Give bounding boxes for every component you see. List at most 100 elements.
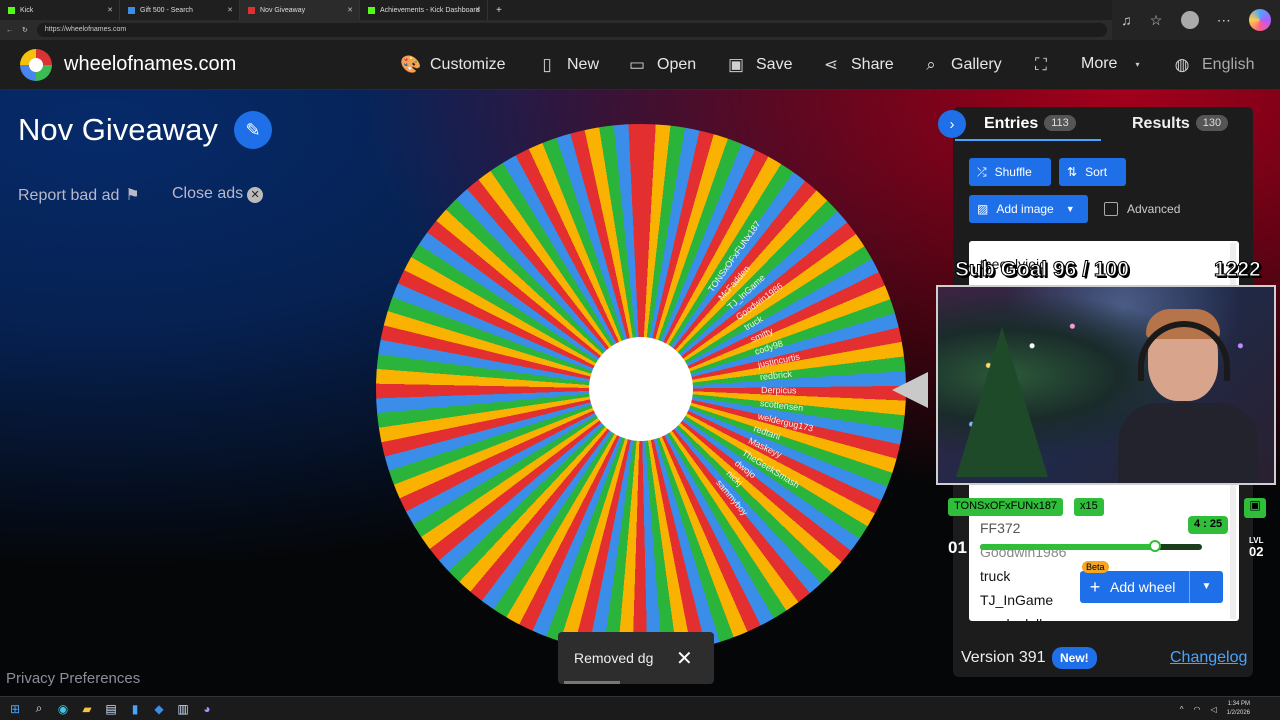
browser-tab[interactable]: Kick ✕ <box>0 0 120 20</box>
tab-label: Gift 500 - Search <box>140 6 193 14</box>
edit-title-button[interactable]: ✎ <box>234 111 272 149</box>
chevron-down-icon: ▾ <box>1135 59 1140 69</box>
windows-start-icon[interactable]: ⊞ <box>8 702 22 716</box>
tab-label: Results <box>1132 115 1190 132</box>
sort-button[interactable]: ⇅ Sort <box>1059 158 1126 186</box>
volume-icon[interactable]: ◁ <box>1210 705 1216 714</box>
app-icon[interactable]: ▤ <box>104 702 118 716</box>
toast-progress <box>564 681 620 684</box>
toast-close-icon[interactable]: ✕ <box>676 646 693 671</box>
chevron-up-icon[interactable]: ^ <box>1180 705 1184 714</box>
wheel[interactable]: TONSxOFxFUNx187 McFadden TJ_InGame Goodwin1… <box>376 124 906 654</box>
shuffle-button[interactable]: ⤮ Shuffle <box>969 158 1051 186</box>
sub-goal-text: Sub Goal 96 / 100 <box>955 258 1130 282</box>
clock-time: 1:34 PM <box>1227 701 1250 707</box>
collapse-panel-button[interactable]: › <box>938 110 966 138</box>
wheel-hub[interactable] <box>589 337 693 441</box>
chevron-down-icon[interactable]: ▼ <box>1189 571 1223 603</box>
plus-icon: + <box>1089 576 1101 597</box>
nav-language[interactable]: ◍ English <box>1172 55 1255 75</box>
pencil-icon: ✎ <box>245 119 261 140</box>
profile-icon[interactable] <box>1180 11 1199 29</box>
file-icon: ▯ <box>542 55 552 74</box>
wifi-icon[interactable]: ◠ <box>1194 705 1201 714</box>
url-field[interactable]: https://wheelofnames.com <box>36 23 1107 37</box>
nav-save[interactable]: ▣ Save <box>726 55 793 75</box>
file-explorer-icon[interactable]: ▰ <box>80 702 94 716</box>
list-item: truck <box>980 568 1011 584</box>
nav-new[interactable]: ▯ New <box>537 55 599 75</box>
new-tab-button[interactable]: + <box>488 5 502 16</box>
vscode-icon[interactable]: ◆ <box>152 702 166 716</box>
tab-close-icon[interactable]: ✕ <box>347 6 353 14</box>
screen: Kick ✕ Gift 500 - Search ✕ Nov Giveaway ✕ A… <box>0 0 1280 720</box>
taskbar: ⊞ ⌕ ◉ ▰ ▤ ▮ ◆ ▥ ◕ ^ ◠ ◁ 1:34 PM 1/2/2026 <box>0 696 1280 720</box>
changelog-link[interactable]: Changelog <box>1170 649 1247 667</box>
browser-tab-active[interactable]: Nov Giveaway ✕ <box>240 0 360 20</box>
copilot-icon[interactable] <box>1248 9 1271 31</box>
more-options-icon[interactable]: ⋯ <box>1217 12 1231 29</box>
read-aloud-icon[interactable]: ♫ <box>1121 12 1132 28</box>
nav-label: Open <box>657 56 697 73</box>
nav-gallery[interactable]: ⌕ Gallery <box>921 55 1001 75</box>
sort-label: Sort <box>1085 165 1108 179</box>
add-wheel-button[interactable]: + Add wheel ▼ <box>1080 571 1223 603</box>
tab-close-icon[interactable]: ✕ <box>107 6 113 14</box>
close-ads-link[interactable]: Close ads ✕ <box>172 185 264 203</box>
site-name[interactable]: wheelofnames.com <box>64 53 236 76</box>
nav-customize[interactable]: 🎨 Customize <box>400 55 506 75</box>
advanced-checkbox[interactable] <box>1104 202 1118 216</box>
report-bad-ad-link[interactable]: Report bad ad ⚑ <box>18 185 140 205</box>
nav-more[interactable]: More ▾ <box>1081 55 1147 73</box>
tab-label: Achievements - Kick Dashboard <box>380 6 480 14</box>
nav-fullscreen[interactable]: ⛶ <box>1031 55 1051 75</box>
chevron-right-icon: › <box>949 115 955 133</box>
nav-open[interactable]: ▭ Open <box>627 55 696 75</box>
image-icon: ▨ <box>977 202 989 216</box>
close-ads-label: Close ads <box>172 185 244 202</box>
tab-close-icon[interactable]: ✕ <box>475 6 481 14</box>
wheel-favicon-icon <box>248 6 255 14</box>
nav-label: More <box>1081 55 1118 72</box>
edge-icon[interactable]: ◉ <box>56 702 70 716</box>
search-icon: ⌕ <box>926 55 936 74</box>
tab-entries[interactable]: Entries 113 <box>984 115 1076 133</box>
reload-icon[interactable]: ↻ <box>22 26 28 34</box>
nav-label: English <box>1202 56 1255 73</box>
new-badge[interactable]: New! <box>1052 647 1097 669</box>
add-image-label: Add image <box>996 202 1054 216</box>
xp-fill <box>980 544 1156 550</box>
save-icon: ▣ <box>727 55 745 74</box>
advanced-label[interactable]: Advanced <box>1127 202 1180 216</box>
clock[interactable]: 1:34 PM 1/2/2026 <box>1227 700 1250 718</box>
privacy-preferences-link[interactable]: Privacy Preferences <box>6 670 140 687</box>
browser-tab[interactable]: Gift 500 - Search ✕ <box>120 0 240 20</box>
streamer-body <box>1118 403 1258 483</box>
address-bar: ← ↻ https://wheelofnames.com <box>0 20 1280 40</box>
discord-icon[interactable]: ◕ <box>200 702 214 716</box>
nav-label: New <box>567 56 600 73</box>
notepad-icon[interactable]: ▮ <box>128 702 142 716</box>
kick-icon <box>8 6 15 14</box>
christmas-tree <box>956 327 1048 477</box>
add-image-button[interactable]: ▨ Add image ▼ <box>969 195 1088 223</box>
favorites-icon[interactable]: ☆ <box>1150 12 1163 29</box>
tab-results[interactable]: Results 130 <box>1132 115 1229 133</box>
wheel-logo-icon[interactable] <box>20 49 52 81</box>
browser-tab[interactable]: Achievements - Kick Dashboard ✕ <box>360 0 488 20</box>
flag-icon: ⚑ <box>125 187 140 204</box>
chevron-down-icon: ▼ <box>1065 204 1075 214</box>
app-icon[interactable]: ▥ <box>176 702 190 716</box>
xp-value: 31 <box>1149 556 1160 566</box>
nav-share[interactable]: ⋖ Share <box>821 55 894 75</box>
shuffle-icon: ⤮ <box>977 164 987 179</box>
search-icon[interactable]: ⌕ <box>32 701 46 716</box>
timer-chip: 4 : 25 <box>1188 516 1229 534</box>
browser-toolbar-right: ♫ ☆ ⋯ <box>1112 0 1280 40</box>
clock-date: 1/2/2026 <box>1226 710 1250 716</box>
back-icon[interactable]: ← <box>6 27 13 34</box>
list-item: FF372 <box>980 520 1021 536</box>
tab-close-icon[interactable]: ✕ <box>227 6 233 14</box>
multiplier-chip: x15 <box>1074 498 1104 516</box>
add-wheel-label: Add wheel <box>1110 579 1176 595</box>
